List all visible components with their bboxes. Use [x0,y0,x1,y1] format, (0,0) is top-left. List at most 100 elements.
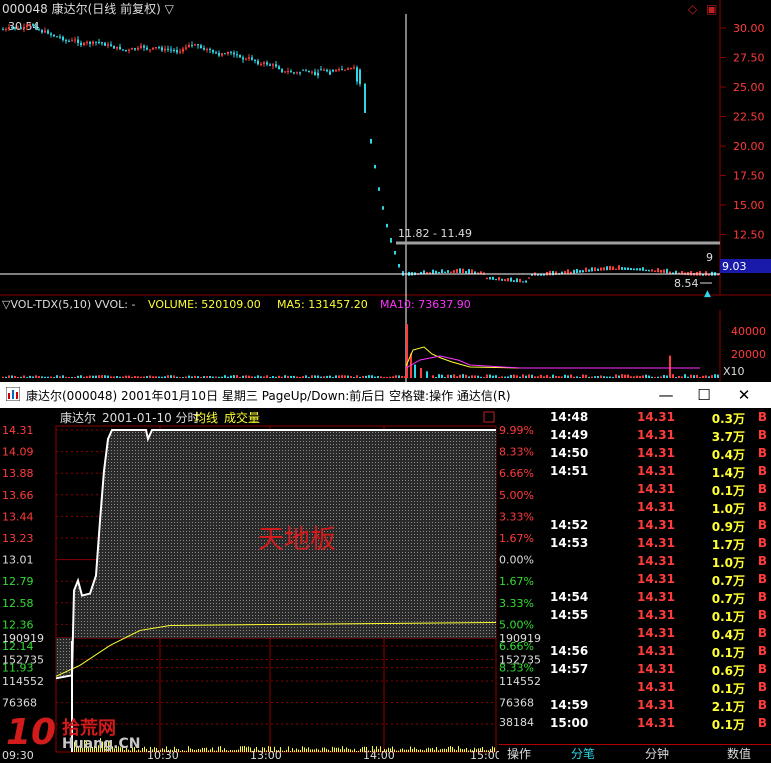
vol-indicator-label[interactable]: ▽VOL-TDX(5,10) VVOL: - [2,298,135,311]
candle-body [370,138,372,144]
volume-bar [107,375,109,378]
volume-bar [353,377,355,378]
volume-bar [176,376,178,378]
diamond-icon[interactable]: ◇ [688,2,698,16]
intraday-volume-bar [418,749,419,752]
intraday-volume-bar [232,750,233,752]
volume-bar [406,324,408,378]
trade-row[interactable]: 14:48 14.31 0.3万 B [546,408,771,426]
intraday-volume-bar [436,746,437,752]
trade-row[interactable]: 14:53 14.31 1.7万 B [546,534,771,552]
popup-title-bar[interactable]: 康达尔(000048) 2001年01月10日 星期三 PageUp/Down:… [0,382,771,408]
volume-bar [441,374,443,378]
trade-row[interactable]: 14.31 1.0万 B [546,498,771,516]
volume-bar [218,376,220,378]
candle-body [657,268,659,273]
trade-row[interactable]: 14.31 1.0万 B [546,552,771,570]
daily-kline-chart[interactable]: 000048 康达尔(日线 前复权) ▽ 30.54 ◇ ▣ 30.0027.5… [0,0,771,382]
candle-body [146,47,148,50]
trade-row[interactable]: 14:51 14.31 1.4万 B [546,462,771,480]
candle-body [549,270,551,276]
tab-ticks[interactable]: 分笔 [565,746,601,763]
trade-volume: 0.1万 [711,646,745,660]
candle-body [95,41,97,43]
left-volume-tick: 190919 [2,632,44,645]
volume-bar [573,376,575,378]
intraday-chart[interactable]: 康达尔 2001-01-10 分时 均线 成交量 14.31 14.09 13.88… [0,408,546,762]
volume-bar [504,376,506,378]
intraday-volume-bar [242,746,243,752]
volume-bar [678,375,680,378]
intraday-volume-bar [200,749,201,752]
candle-body [651,269,653,272]
volume-bar [633,376,635,378]
minimize-icon[interactable]: — [646,384,686,406]
intraday-volume-bar [144,746,145,752]
volume-bar [53,377,55,378]
trade-row[interactable]: 14:52 14.31 0.9万 B [546,516,771,534]
volume-bar [675,377,677,378]
trade-row[interactable]: 14:50 14.31 0.4万 B [546,444,771,462]
intraday-volume-bar [446,749,447,752]
tick-trades-panel[interactable]: 14:48 14.31 0.3万 B 14:49 14.31 3.7万 B 14:50 14.31… [546,408,771,762]
intraday-volume-bar [292,748,293,752]
candle-body [603,267,605,271]
intraday-volume-bar [244,746,245,752]
intraday-volume-bar [308,747,309,752]
trade-row[interactable]: 14.31 0.7万 B [546,570,771,588]
volume-bar [38,376,40,378]
tab-minutes[interactable]: 分钟 [639,746,675,763]
trade-row[interactable]: 14:49 14.31 3.7万 B [546,426,771,444]
candle-body [161,47,163,51]
trade-time: 14:57 [550,662,589,676]
candle-body [239,55,241,58]
candle-body [522,281,524,283]
candle-body [621,267,623,270]
tab-values[interactable]: 数值 [721,746,757,763]
volume-bar [480,376,482,378]
maximize-icon[interactable]: ☐ [684,384,724,406]
candle-body [278,66,280,70]
trade-volume: 0.7万 [711,574,745,588]
trade-row[interactable]: 14:57 14.31 0.6万 B [546,660,771,678]
trade-row[interactable]: 15:00 14.31 0.1万 B [546,714,771,732]
trade-volume: 0.1万 [711,610,745,624]
intraday-volume-bar [194,749,195,752]
close-icon[interactable]: ✕ [724,384,764,406]
volume-bar [212,376,214,378]
candle-body [71,40,73,42]
annotation-text: 天地板 [258,525,336,555]
candle-body [432,269,434,274]
volume-bar [657,376,659,378]
trade-row[interactable]: 14:55 14.31 0.1万 B [546,606,771,624]
tab-operate[interactable]: 操作 [499,746,539,763]
trade-row[interactable]: 14:59 14.31 2.1万 B [546,696,771,714]
trade-row[interactable]: 14.31 0.1万 B [546,480,771,498]
candle-body [402,271,404,276]
intraday-volume-bar [314,749,315,752]
volume-bar [35,375,37,378]
right-pct-label: 3.33% [499,597,534,610]
volume-bar [513,374,515,378]
candle-body [125,49,127,51]
trade-row[interactable]: 14:54 14.31 0.7万 B [546,588,771,606]
candle-body [221,53,223,56]
page-icon[interactable]: ▣ [706,2,717,16]
intraday-volume-bar [452,746,453,752]
trade-row[interactable]: 14.31 0.4万 B [546,624,771,642]
candle-body [182,48,184,52]
intraday-volume-bar [230,749,231,752]
volume-bar [386,377,388,378]
candle-body [62,36,64,41]
trade-row[interactable]: 14.31 0.1万 B [546,678,771,696]
trade-row[interactable]: 14:56 14.31 0.1万 B [546,642,771,660]
volume-bar [603,376,605,378]
intraday-volume-bar [328,749,329,752]
candle-body [269,64,271,66]
volume-bar [453,374,455,378]
volume-bar [290,375,292,378]
candle-body [429,272,431,274]
candle-body [302,69,304,71]
candle-body [567,269,569,274]
watermark-number: 10 [6,712,57,753]
